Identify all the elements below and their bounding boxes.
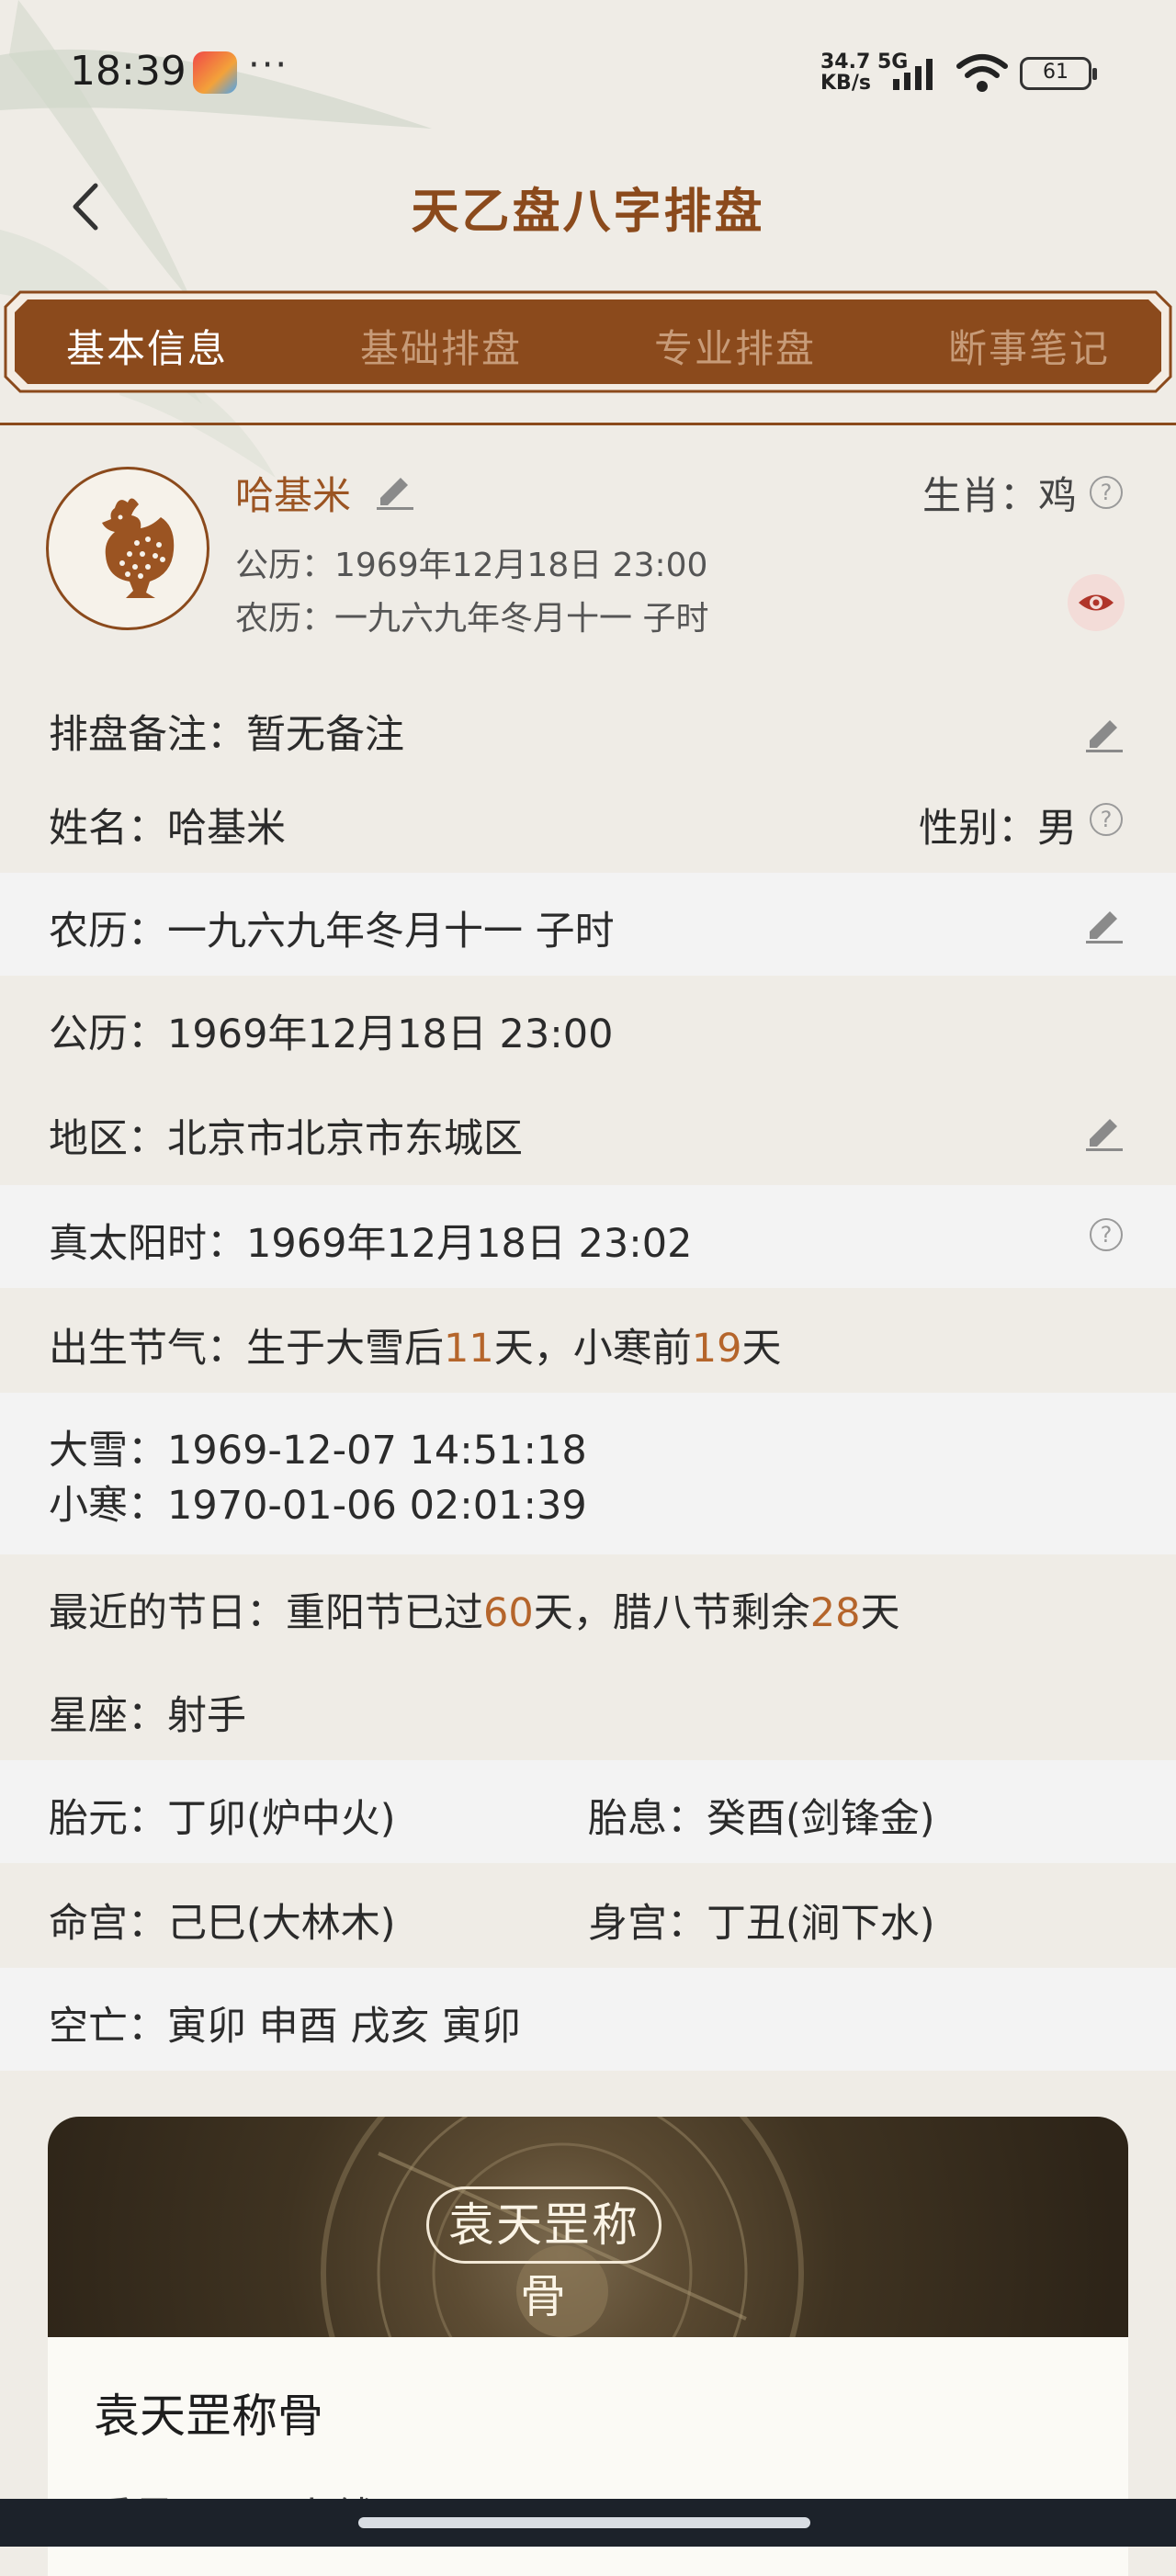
card-title: 袁天罡称骨 xyxy=(94,2390,323,2443)
status-time: 18:39 xyxy=(70,48,187,95)
daxue-text: 大雪：1969-12-07 14:51:18 xyxy=(49,1428,587,1474)
festival-text: 最近的节日：重阳节已过60天，腊八节剩余28天 xyxy=(49,1590,900,1636)
taixi-text: 胎息：癸酉(剑锋金) xyxy=(588,1796,935,1842)
true-solar-row: 真太阳时：1969年12月18日 23:02 ? xyxy=(0,1185,1176,1288)
edit-name-icon[interactable] xyxy=(373,467,417,511)
palace-row: 命宫：己巳(大林木) 身宫：丁丑(涧下水) xyxy=(0,1865,1176,1968)
kongwang-text: 空亡：寅卯 申酉 戌亥 寅卯 xyxy=(49,2004,522,2050)
solar-term-text: 出生节气：生于大雪后11天，小寒前19天 xyxy=(49,1326,782,1372)
edit-region-icon[interactable] xyxy=(1082,1108,1126,1152)
card-banner-title: 袁天罡称骨 xyxy=(426,2186,662,2323)
system-navigation-bar xyxy=(0,2499,1176,2547)
page-title: 天乙盘八字排盘 xyxy=(411,185,765,240)
help-icon[interactable]: ? xyxy=(1090,1218,1123,1251)
solar-term-dates-row: 大雪：1969-12-07 14:51:18 小寒：1970-01-06 02:… xyxy=(0,1393,1176,1554)
tab-basic-info[interactable]: 基本信息 xyxy=(66,318,228,374)
profile-solar-date: 公历：1969年12月18日 23:00 xyxy=(235,547,708,584)
help-icon[interactable]: ? xyxy=(1090,803,1123,836)
lunar-row: 农历：一九六九年冬月十一 子时 xyxy=(0,873,1176,976)
home-indicator[interactable] xyxy=(358,2517,810,2528)
status-bar: 18:39 ··· 34.7 5G KB/s 61 xyxy=(0,0,1176,147)
zodiac-label: 生肖：鸡 xyxy=(922,473,1077,518)
region-row: 地区：北京市北京市东城区 xyxy=(0,1080,1176,1183)
profile-lunar-date: 农历：一九六九年冬月十一 子时 xyxy=(235,600,709,638)
true-solar-text: 真太阳时：1969年12月18日 23:02 xyxy=(49,1221,693,1267)
eye-icon xyxy=(1079,594,1114,611)
solar-term-row: 出生节气：生于大雪后11天，小寒前19天 xyxy=(0,1290,1176,1393)
region-text: 地区：北京市北京市东城区 xyxy=(49,1116,523,1162)
lunar-text: 农历：一九六九年冬月十一 子时 xyxy=(49,909,615,955)
tab-basic-chart[interactable]: 基础排盘 xyxy=(360,318,522,374)
tab-bar: 基本信息 基础排盘 专业排盘 断事笔记 xyxy=(0,287,1176,397)
kongwang-row: 空亡：寅卯 申酉 戌亥 寅卯 xyxy=(0,1968,1176,2071)
name-gender-row: 姓名：哈基米 性别：男 ? xyxy=(0,770,1176,873)
taiyuan-text: 胎元：丁卯(炉中火) xyxy=(49,1796,396,1842)
avatar xyxy=(46,467,209,630)
shengong-text: 身宫：丁丑(涧下水) xyxy=(588,1901,935,1947)
battery-icon: 61 xyxy=(1020,57,1097,90)
festival-row: 最近的节日：重阳节已过60天，腊八节剩余28天 xyxy=(0,1554,1176,1657)
tab-notes[interactable]: 断事笔记 xyxy=(948,318,1110,374)
tai-row: 胎元：丁卯(炉中火) 胎息：癸酉(剑锋金) xyxy=(0,1760,1176,1863)
name-text: 姓名：哈基米 xyxy=(49,806,286,852)
xiaohan-text: 小寒：1970-01-06 02:01:39 xyxy=(49,1483,587,1529)
app-header: 天乙盘八字排盘 xyxy=(0,147,1176,266)
profile-name: 哈基米 xyxy=(235,473,352,518)
app-notification-icon xyxy=(193,51,237,94)
wifi-icon xyxy=(956,54,1008,92)
constellation-row: 星座：射手 xyxy=(0,1657,1176,1760)
solar-row: 公历：1969年12月18日 23:00 xyxy=(0,976,1176,1079)
rooster-icon xyxy=(102,498,175,598)
visibility-toggle[interactable] xyxy=(1068,574,1125,631)
note-text: 排盘备注：暂无备注 xyxy=(49,712,404,758)
help-icon[interactable]: ? xyxy=(1090,476,1123,509)
tab-pro-chart[interactable]: 专业排盘 xyxy=(654,318,816,374)
card-banner: 袁天罡称骨 xyxy=(48,2117,1128,2514)
note-row: 排盘备注：暂无备注 xyxy=(0,676,1176,779)
divider xyxy=(0,423,1176,425)
more-notifications-indicator: ··· xyxy=(248,44,289,86)
gender-text: 性别：男 xyxy=(919,806,1077,852)
solar-text: 公历：1969年12月18日 23:00 xyxy=(49,1011,614,1057)
minggong-text: 命宫：己巳(大林木) xyxy=(49,1901,396,1947)
edit-note-icon[interactable] xyxy=(1082,709,1126,753)
signal-icon xyxy=(893,59,933,90)
constellation-text: 星座：射手 xyxy=(49,1693,246,1739)
edit-lunar-icon[interactable] xyxy=(1082,900,1126,944)
